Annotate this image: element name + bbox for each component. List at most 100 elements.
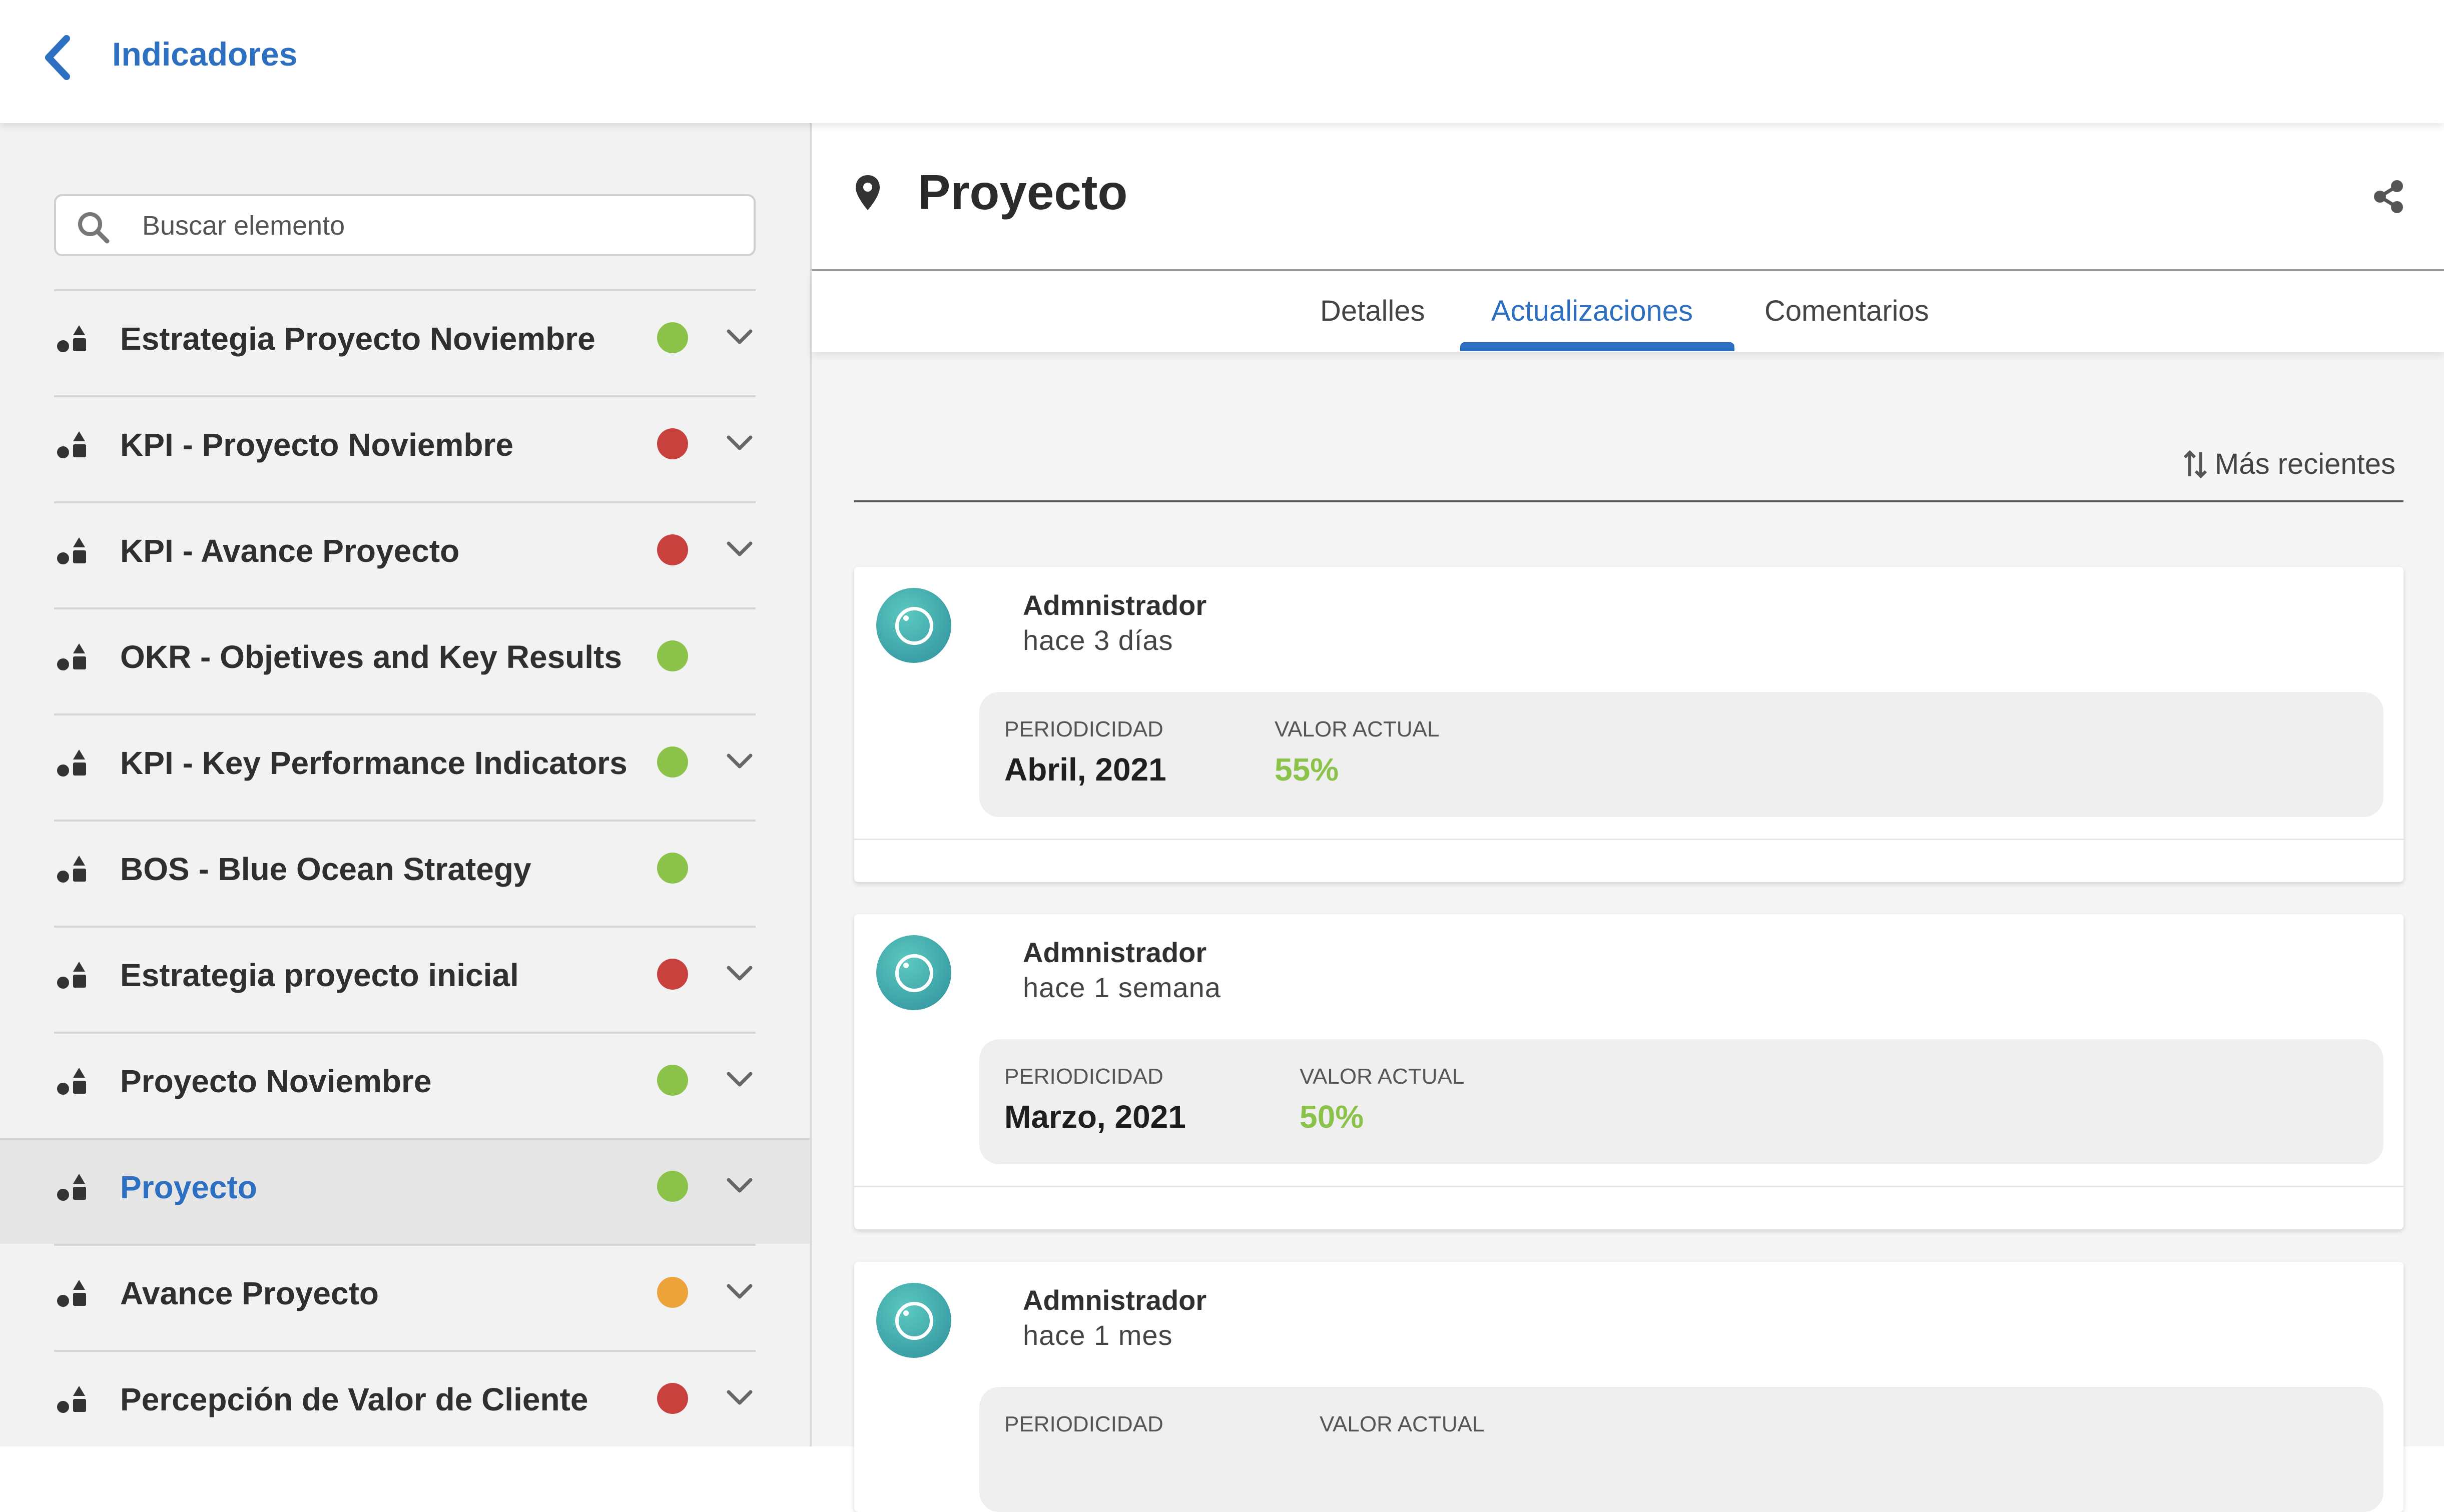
chevron-down-icon[interactable] <box>726 539 754 559</box>
period-value: Abril, 2021 <box>1004 751 1166 788</box>
update-author: Admnistrador <box>1023 1284 1207 1316</box>
current-value-label: VALOR ACTUAL <box>1320 1412 1485 1436</box>
sidebar-item[interactable]: Estrategia proyecto inicial <box>54 926 756 1032</box>
chevron-down-icon[interactable] <box>726 751 754 772</box>
shapes-icon <box>57 962 86 989</box>
period-label: PERIODICIDAD <box>1004 1064 1163 1089</box>
sidebar-item-label: Percepción de Valor de Cliente <box>120 1381 588 1417</box>
update-time: hace 3 días <box>1023 624 1173 656</box>
status-indicator <box>657 1277 688 1308</box>
sidebar-item-label: Estrategia Proyecto Noviembre <box>120 321 595 357</box>
shapes-icon <box>57 643 86 670</box>
status-indicator <box>657 1383 688 1414</box>
shapes-icon <box>57 1280 86 1307</box>
sidebar-item[interactable]: Proyecto <box>0 1138 810 1244</box>
update-time: hace 1 mes <box>1023 1319 1173 1351</box>
chevron-down-icon[interactable] <box>726 964 754 984</box>
sidebar-item-label: KPI - Proyecto Noviembre <box>120 427 513 463</box>
update-values: PERIODICIDAD Marzo, 2021 VALOR ACTUAL 50% <box>979 1039 2383 1164</box>
avatar[interactable] <box>876 1283 951 1358</box>
sort-arrows-icon <box>2183 450 2207 478</box>
chevron-down-icon[interactable] <box>726 1070 754 1090</box>
shapes-icon <box>57 431 86 458</box>
sidebar-item[interactable]: BOS - Blue Ocean Strategy <box>54 820 756 926</box>
sidebar-item[interactable]: Percepción de Valor de Cliente <box>54 1350 756 1456</box>
status-indicator <box>657 959 688 990</box>
sidebar-item[interactable]: Estrategia Proyecto Noviembre <box>54 289 756 395</box>
sidebar-item-label: KPI - Key Performance Indicators <box>120 745 628 781</box>
indicator-list: Estrategia Proyecto Noviembre KPI - Proye… <box>0 289 810 1456</box>
sidebar-item-label: Avance Proyecto <box>120 1275 379 1311</box>
status-indicator <box>657 534 688 565</box>
share-icon[interactable] <box>2372 179 2405 214</box>
status-indicator <box>657 640 688 671</box>
status-indicator <box>657 322 688 353</box>
update-author: Admnistrador <box>1023 589 1207 621</box>
sidebar-item-label: BOS - Blue Ocean Strategy <box>120 851 531 887</box>
update-time: hace 1 semana <box>1023 972 1221 1003</box>
current-value: 50% <box>1300 1099 1364 1135</box>
chevron-down-icon[interactable] <box>726 1388 754 1408</box>
active-tab-indicator <box>1460 342 1734 351</box>
chevron-down-icon[interactable] <box>726 1176 754 1196</box>
chevron-down-icon[interactable] <box>726 327 754 347</box>
chevron-down-icon[interactable] <box>726 433 754 453</box>
sidebar-item[interactable]: Avance Proyecto <box>54 1244 756 1350</box>
shapes-icon <box>57 749 86 777</box>
status-indicator <box>657 1171 688 1202</box>
app-title: Indicadores <box>112 36 298 73</box>
chevron-down-icon[interactable] <box>726 1282 754 1302</box>
sidebar: Estrategia Proyecto Noviembre KPI - Proye… <box>0 123 812 1446</box>
sort-label: Más recientes <box>2215 448 2396 480</box>
sidebar-item[interactable]: Proyecto Noviembre <box>54 1032 756 1138</box>
shapes-icon <box>57 325 86 352</box>
update-values: PERIODICIDAD VALOR ACTUAL <box>979 1387 2383 1512</box>
period-value: Marzo, 2021 <box>1004 1099 1186 1135</box>
sidebar-item-label: KPI - Avance Proyecto <box>120 533 460 569</box>
current-value-label: VALOR ACTUAL <box>1300 1064 1465 1089</box>
chevron-left-icon <box>45 35 70 80</box>
status-indicator <box>657 746 688 778</box>
main-panel: Proyecto Detalles Actualizaciones Coment… <box>812 123 2444 1512</box>
sidebar-item[interactable]: KPI - Key Performance Indicators <box>54 713 756 820</box>
search-icon <box>78 212 110 244</box>
period-label: PERIODICIDAD <box>1004 717 1163 741</box>
update-card: Admnistrador hace 1 mes PERIODICIDAD VALOR … <box>854 1262 2403 1512</box>
back-button[interactable] <box>38 30 78 85</box>
shapes-icon <box>57 537 86 564</box>
period-label: PERIODICIDAD <box>1004 1412 1163 1436</box>
sidebar-item[interactable]: KPI - Proyecto Noviembre <box>54 395 756 501</box>
status-indicator <box>657 428 688 459</box>
page-title: Proyecto <box>918 165 1128 220</box>
current-value-label: VALOR ACTUAL <box>1275 717 1440 741</box>
detail-header: Proyecto <box>812 123 2444 271</box>
update-card: Admnistrador hace 3 días PERIODICIDAD Abril… <box>854 567 2403 882</box>
sidebar-item-label: Proyecto Noviembre <box>120 1063 432 1099</box>
search-input[interactable] <box>141 207 719 244</box>
tab-comentarios[interactable]: Comentarios <box>1764 294 1929 328</box>
avatar[interactable] <box>876 935 951 1010</box>
search-box[interactable] <box>54 194 756 256</box>
divider <box>854 500 2403 502</box>
top-bar: Indicadores <box>0 0 2444 123</box>
location-pin-icon <box>856 175 880 210</box>
shapes-icon <box>57 1174 86 1201</box>
shapes-icon <box>57 1386 86 1413</box>
sidebar-item[interactable]: OKR - Objetives and Key Results <box>54 607 756 713</box>
sort-control[interactable]: Más recientes <box>2183 447 2395 481</box>
tab-actualizaciones[interactable]: Actualizaciones <box>1491 294 1693 328</box>
tab-bar: Detalles Actualizaciones Comentarios <box>812 271 2444 352</box>
sidebar-item-label: Proyecto <box>120 1169 257 1205</box>
card-footer <box>854 839 2403 882</box>
card-footer <box>854 1186 2403 1229</box>
sidebar-item[interactable]: KPI - Avance Proyecto <box>54 501 756 607</box>
update-author: Admnistrador <box>1023 937 1207 968</box>
sidebar-item-label: Estrategia proyecto inicial <box>120 957 519 993</box>
update-card: Admnistrador hace 1 semana PERIODICIDAD Mar… <box>854 914 2403 1229</box>
tab-detalles[interactable]: Detalles <box>1320 294 1425 328</box>
shapes-icon <box>57 856 86 883</box>
current-value: 55% <box>1275 751 1339 788</box>
avatar[interactable] <box>876 588 951 663</box>
shapes-icon <box>57 1068 86 1095</box>
update-values: PERIODICIDAD Abril, 2021 VALOR ACTUAL 55% <box>979 692 2383 817</box>
